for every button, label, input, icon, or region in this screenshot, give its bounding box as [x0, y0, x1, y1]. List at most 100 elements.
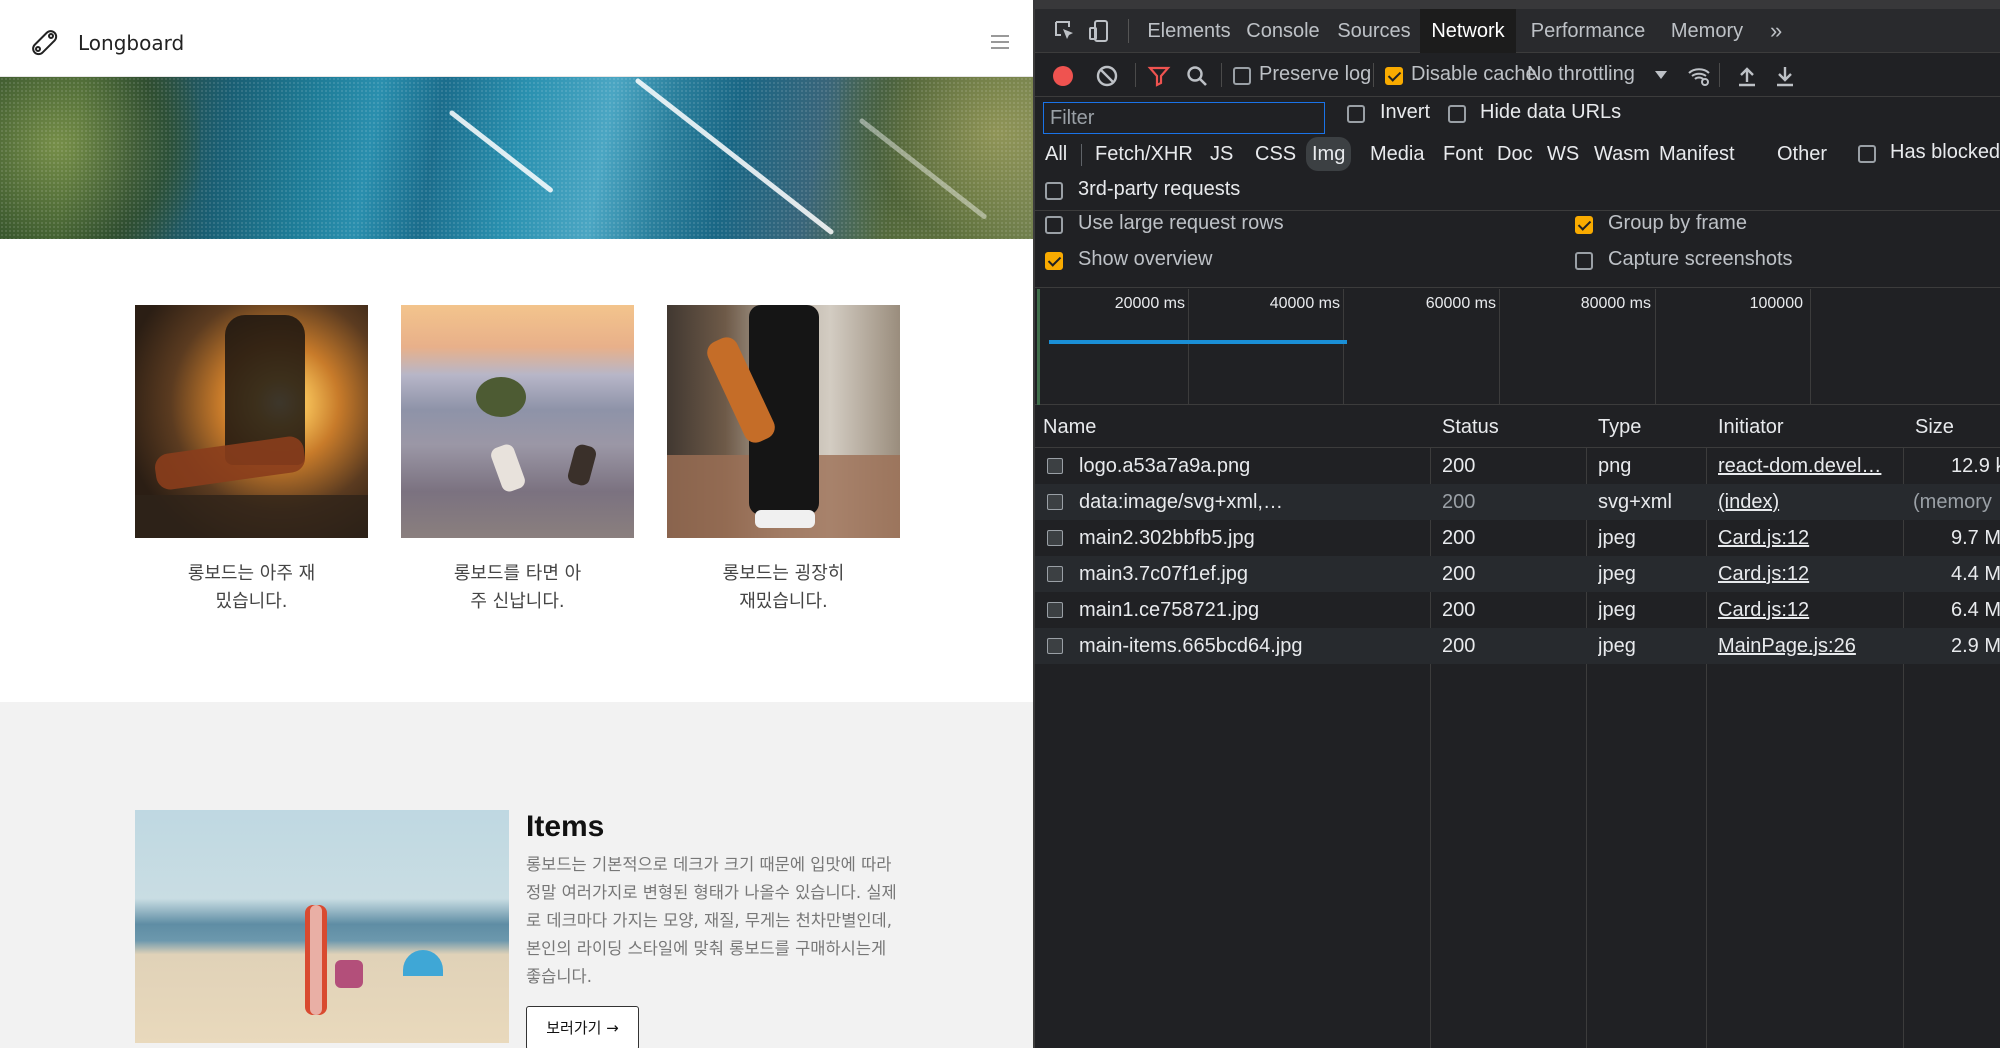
throttling-select[interactable]: No throttling: [1527, 63, 1635, 86]
table-row[interactable]: logo.a53a7a9a.png 200 png react-dom.deve…: [1035, 448, 2000, 484]
type-img[interactable]: Img: [1306, 137, 1352, 171]
more-tabs-icon[interactable]: »: [1770, 9, 1782, 53]
request-type: jpeg: [1598, 599, 1636, 621]
invert-label[interactable]: Invert: [1380, 101, 1430, 124]
inspect-element-icon[interactable]: [1053, 19, 1077, 43]
table-row[interactable]: main1.ce758721.jpg 200 jpeg Card.js:12 6…: [1035, 592, 2000, 628]
request-initiator-link[interactable]: (index): [1718, 484, 1898, 520]
request-size: (memory: [1913, 491, 1992, 513]
view-items-button[interactable]: 보러가기 →: [526, 1006, 639, 1048]
tab-elements[interactable]: Elements: [1143, 9, 1235, 53]
brand-name[interactable]: Longboard: [78, 31, 184, 55]
image-file-icon: [1047, 638, 1063, 654]
type-other[interactable]: Other: [1771, 137, 1833, 171]
table-row[interactable]: data:image/svg+xml,… 200 svg+xml (index)…: [1035, 484, 2000, 520]
disable-cache-checkbox[interactable]: [1385, 67, 1403, 85]
request-initiator-link[interactable]: MainPage.js:26: [1718, 628, 1898, 664]
hide-data-urls-checkbox[interactable]: [1448, 105, 1466, 123]
type-ws[interactable]: WS: [1541, 137, 1585, 171]
request-initiator-link[interactable]: Card.js:12: [1718, 556, 1898, 592]
request-status: 200: [1442, 527, 1476, 549]
request-size: 2.9 M: [1951, 635, 2000, 657]
group-by-frame-label[interactable]: Group by frame: [1608, 212, 1747, 235]
items-photo-beach-longboard: [135, 810, 509, 1043]
requests-table: Name Status Type Initiator Size logo.a53…: [1035, 406, 2000, 1048]
card-photo-rider-holding-board: [667, 305, 900, 538]
tab-sources[interactable]: Sources: [1333, 9, 1415, 53]
search-icon[interactable]: [1185, 64, 1209, 88]
filter-input[interactable]: Filter: [1043, 102, 1325, 134]
device-toolbar-icon[interactable]: [1087, 19, 1111, 43]
column-status[interactable]: Status: [1442, 406, 1499, 448]
filter-bar: Filter Invert Hide data URLs: [1035, 97, 2000, 134]
tab-memory[interactable]: Memory: [1660, 9, 1754, 53]
chevron-down-icon[interactable]: [1653, 67, 1669, 83]
card[interactable]: 롱보드는 아주 재밌습니다.: [135, 305, 368, 616]
clear-icon[interactable]: [1095, 64, 1119, 88]
network-conditions-icon[interactable]: [1687, 64, 1711, 88]
devtools-tab-bar: Elements Console Sources Network Perform…: [1035, 9, 2000, 53]
disable-cache-label[interactable]: Disable cache: [1411, 63, 1537, 86]
filter-icon[interactable]: [1147, 64, 1171, 88]
request-type: jpeg: [1598, 563, 1636, 585]
column-type[interactable]: Type: [1598, 406, 1641, 448]
request-initiator-link[interactable]: Card.js:12: [1718, 592, 1898, 628]
request-size: 4.4 M: [1951, 563, 2000, 585]
request-size: 9.7 M: [1951, 527, 2000, 549]
table-row[interactable]: main-items.665bcd64.jpg 200 jpeg MainPag…: [1035, 628, 2000, 664]
record-icon[interactable]: [1053, 66, 1073, 86]
table-row[interactable]: main2.302bbfb5.jpg 200 jpeg Card.js:12 9…: [1035, 520, 2000, 556]
has-blocked-label[interactable]: Has blocked: [1890, 141, 2000, 164]
large-rows-checkbox[interactable]: [1045, 216, 1063, 234]
items-title: Items: [526, 810, 605, 843]
table-header: Name Status Type Initiator Size: [1035, 406, 2000, 448]
column-name[interactable]: Name: [1043, 406, 1096, 448]
overview-tick: 40000 ms: [1269, 295, 1340, 312]
type-fetch-xhr[interactable]: Fetch/XHR: [1089, 137, 1199, 171]
show-overview-label[interactable]: Show overview: [1078, 248, 1213, 271]
card[interactable]: 롱보드를 타면 아주 신납니다.: [401, 305, 634, 616]
request-type: jpeg: [1598, 527, 1636, 549]
preserve-log-checkbox[interactable]: [1233, 67, 1251, 85]
request-size: 6.4 M: [1951, 599, 2000, 621]
type-all[interactable]: All: [1039, 137, 1073, 171]
group-by-frame-checkbox[interactable]: [1575, 216, 1593, 234]
request-status: 200: [1442, 491, 1476, 513]
request-initiator-link[interactable]: react-dom.devel…: [1718, 448, 1898, 484]
column-initiator[interactable]: Initiator: [1718, 406, 1784, 448]
menu-icon[interactable]: [991, 35, 1009, 49]
request-initiator-link[interactable]: Card.js:12: [1718, 520, 1898, 556]
overview-request-bar: [1049, 340, 1347, 344]
column-size[interactable]: Size: [1915, 406, 1954, 448]
card[interactable]: 롱보드는 굉장히 재밌습니다.: [667, 305, 900, 616]
capture-screenshots-checkbox[interactable]: [1575, 252, 1593, 270]
third-party-label[interactable]: 3rd-party requests: [1078, 178, 1240, 201]
type-css[interactable]: CSS: [1249, 137, 1302, 171]
hide-data-urls-label[interactable]: Hide data URLs: [1480, 101, 1621, 124]
preserve-log-label[interactable]: Preserve log: [1259, 63, 1371, 86]
export-har-icon[interactable]: [1773, 64, 1797, 88]
table-row[interactable]: main3.7c07f1ef.jpg 200 jpeg Card.js:12 4…: [1035, 556, 2000, 592]
type-media[interactable]: Media: [1364, 137, 1430, 171]
request-name: main3.7c07f1ef.jpg: [1079, 563, 1249, 585]
network-settings: Use large request rows Group by frame Sh…: [1035, 212, 2000, 288]
large-rows-label[interactable]: Use large request rows: [1078, 212, 1284, 235]
network-overview-timeline[interactable]: 20000 ms 40000 ms 60000 ms 80000 ms 1000…: [1035, 289, 2000, 405]
show-overview-checkbox[interactable]: [1045, 252, 1063, 270]
card-caption: 롱보드는 굉장히 재밌습니다.: [722, 563, 845, 612]
has-blocked-checkbox[interactable]: [1858, 145, 1876, 163]
longboard-logo-icon[interactable]: [27, 25, 63, 61]
third-party-checkbox[interactable]: [1045, 182, 1063, 200]
type-manifest[interactable]: Manifest: [1653, 137, 1741, 171]
tab-network[interactable]: Network: [1420, 9, 1516, 53]
invert-checkbox[interactable]: [1347, 105, 1365, 123]
type-doc[interactable]: Doc: [1491, 137, 1539, 171]
tab-console[interactable]: Console: [1241, 9, 1325, 53]
type-font[interactable]: Font: [1437, 137, 1489, 171]
type-wasm[interactable]: Wasm: [1588, 137, 1656, 171]
import-har-icon[interactable]: [1735, 64, 1759, 88]
capture-screenshots-label[interactable]: Capture screenshots: [1608, 248, 1793, 271]
type-js[interactable]: JS: [1204, 137, 1239, 171]
tab-performance[interactable]: Performance: [1521, 9, 1655, 53]
overview-tick: 60000 ms: [1425, 295, 1496, 312]
